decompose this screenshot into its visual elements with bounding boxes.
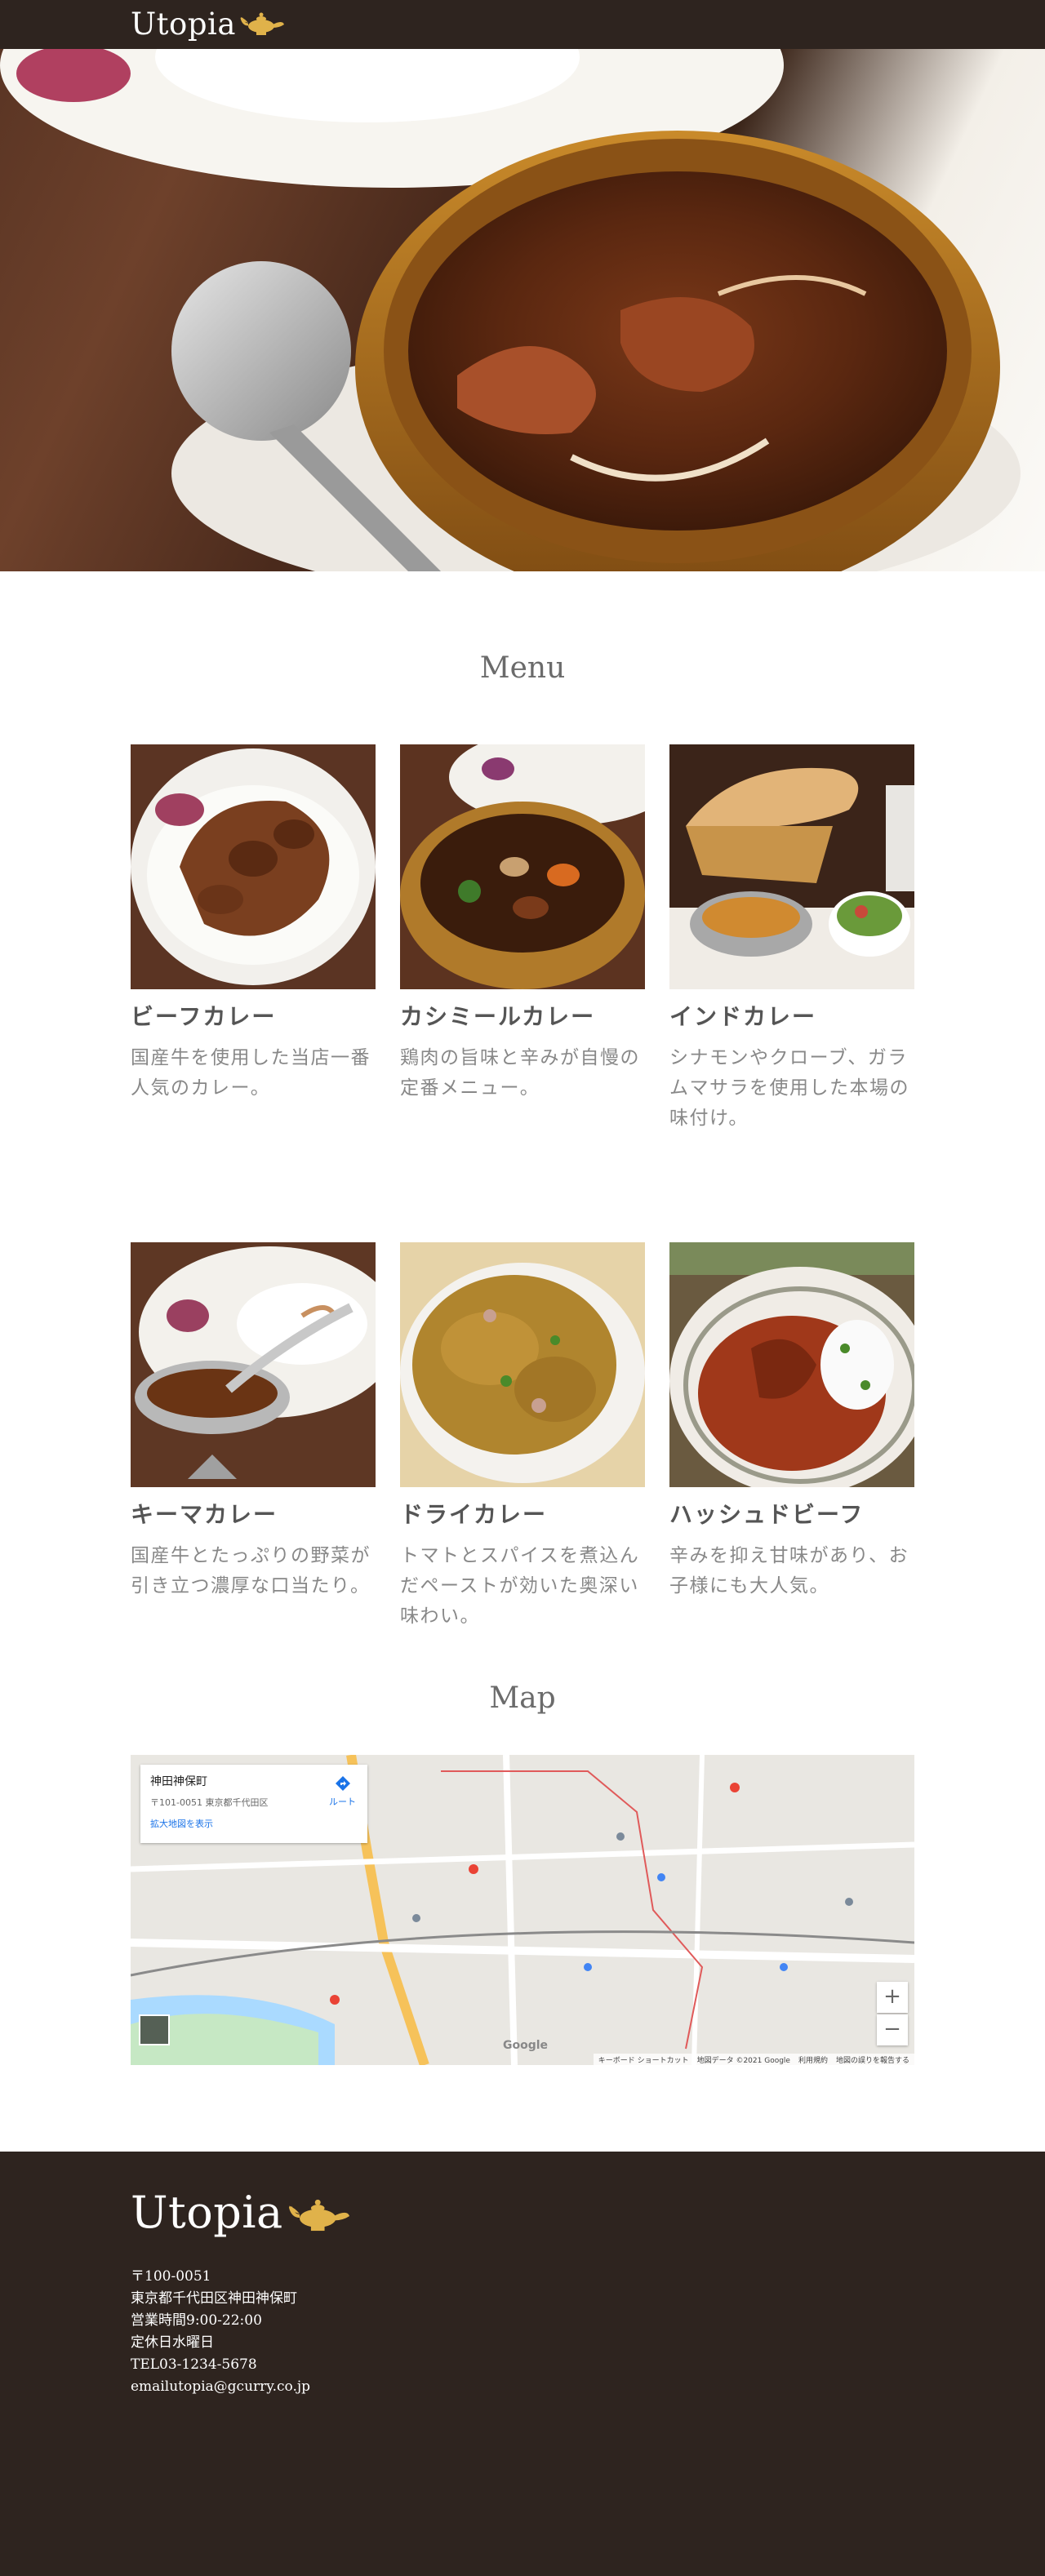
menu-item-description: 辛みを抑え甘味があり、お子様にも大人気。: [669, 1545, 909, 1597]
zoom-in-button[interactable]: +: [877, 1982, 908, 2013]
keyboard-shortcuts-link[interactable]: キーボード ショートカット: [598, 2054, 689, 2065]
menu-item-description: 鶏肉の旨味と辛みが自慢の定番メニュー。: [400, 1047, 640, 1099]
google-logo: Google: [503, 2039, 549, 2052]
keema-curry-photo: [131, 1242, 376, 1487]
site-logo[interactable]: Utopia: [131, 5, 287, 44]
menu-item-description: トマトとスパイスを煮込んだペーストが効いた奥深い味わい。: [400, 1545, 640, 1627]
directions-button[interactable]: ルート: [329, 1774, 356, 1808]
menu-item-description: 国産牛とたっぷりの野菜が引き立つ濃厚な口当たり。: [131, 1545, 371, 1597]
kashmir-curry-photo: [400, 744, 645, 989]
footer-phone: TEL03-1234-5678: [131, 2356, 257, 2373]
directions-icon: [335, 1776, 350, 1791]
terms-link[interactable]: 利用規約: [798, 2054, 828, 2065]
indian-curry-photo: [669, 744, 914, 989]
menu-item: カシミールカレー 鶏肉の旨味と辛みが自慢の定番メニュー。: [400, 744, 645, 1242]
hero-image: [0, 49, 1045, 571]
footer-address: 東京都千代田区神田神保町: [131, 2290, 297, 2307]
magic-lamp-icon: [288, 2199, 349, 2232]
report-error-link[interactable]: 地図の誤りを報告する: [836, 2054, 909, 2065]
menu-grid: ビーフカレー 国産牛を使用した当店一番人気のカレー。 カシミールカレー 鶏肉の旨: [131, 744, 914, 1740]
curry-bowl-illustration: [0, 49, 1021, 571]
footer-logo-text: Utopia: [131, 2187, 283, 2238]
map-place-card: 神田神保町 〒101-0051 東京都千代田区 拡大地図を表示 ルート: [140, 1765, 367, 1843]
hashed-beef-photo: [669, 1242, 914, 1487]
footer-postal-code: 〒100-0051: [131, 2268, 211, 2285]
menu-item: キーマカレー 国産牛とたっぷりの野菜が引き立つ濃厚な口当たり。: [131, 1242, 376, 1740]
menu-item-description: シナモンやクローブ、ガラムマサラを使用した本場の味付け。: [669, 1047, 909, 1129]
map-place-name: 神田神保町: [150, 1775, 207, 1788]
menu-item-name: ドライカレー: [400, 1501, 548, 1528]
map-section: Map 神田神保町 〒101-0051 東京都千代田区 拡大地図を表示 ルート …: [0, 1681, 1045, 2152]
site-footer: Utopia 〒100-0051 東京都千代田区神田神保町 営業時間9:00-2…: [0, 2152, 1045, 2576]
site-header: Utopia: [0, 0, 1045, 49]
logo-text: Utopia: [131, 7, 236, 42]
directions-label: ルート: [329, 1797, 356, 1807]
map-heading: Map: [489, 1681, 556, 1715]
menu-heading: Menu: [479, 651, 566, 685]
menu-item-name: カシミールカレー: [400, 1003, 596, 1030]
footer-hours: 営業時間9:00-22:00: [131, 2312, 262, 2329]
footer-closed-day: 定休日水曜日: [131, 2334, 214, 2351]
menu-item: インドカレー シナモンやクローブ、ガラムマサラを使用した本場の味付け。: [669, 744, 914, 1242]
menu-item: ビーフカレー 国産牛を使用した当店一番人気のカレー。: [131, 744, 376, 1242]
view-larger-map-link[interactable]: 拡大地図を表示: [150, 1817, 358, 1830]
menu-item-name: キーマカレー: [131, 1501, 278, 1528]
menu-item-description: 国産牛を使用した当店一番人気のカレー。: [131, 1047, 371, 1099]
embedded-map[interactable]: 神田神保町 〒101-0051 東京都千代田区 拡大地図を表示 ルート Goog…: [131, 1755, 914, 2065]
menu-item-name: インドカレー: [669, 1003, 817, 1030]
magic-lamp-icon: [240, 12, 284, 35]
footer-contact-info: 〒100-0051 東京都千代田区神田神保町 営業時間9:00-22:00 定休…: [131, 2266, 310, 2398]
zoom-out-button[interactable]: −: [877, 2014, 908, 2045]
menu-item-name: ハッシュドビーフ: [669, 1501, 865, 1528]
map-data-text: 地図データ ©2021 Google: [696, 2057, 790, 2065]
map-place-address: 〒101-0051 東京都千代田区: [150, 1797, 269, 1808]
menu-section: Menu ビーフカレー 国産牛を使用した当店一番人気のカレー。 カシミールカレー…: [0, 571, 1045, 1681]
map-attribution: キーボード ショートカット 地図データ ©2021 Google 利用規約 地図…: [593, 2054, 914, 2065]
menu-item: ドライカレー トマトとスパイスを煮込んだペーストが効いた奥深い味わい。: [400, 1242, 645, 1740]
beef-curry-photo: [131, 744, 376, 989]
menu-item: ハッシュドビーフ 辛みを抑え甘味があり、お子様にも大人気。: [669, 1242, 914, 1740]
footer-logo[interactable]: Utopia: [131, 2184, 354, 2241]
dry-curry-photo: [400, 1242, 645, 1487]
footer-email: emailutopia@gcurry.co.jp: [131, 2378, 311, 2395]
menu-item-name: ビーフカレー: [131, 1003, 277, 1030]
map-satellite-toggle[interactable]: [139, 2014, 170, 2045]
